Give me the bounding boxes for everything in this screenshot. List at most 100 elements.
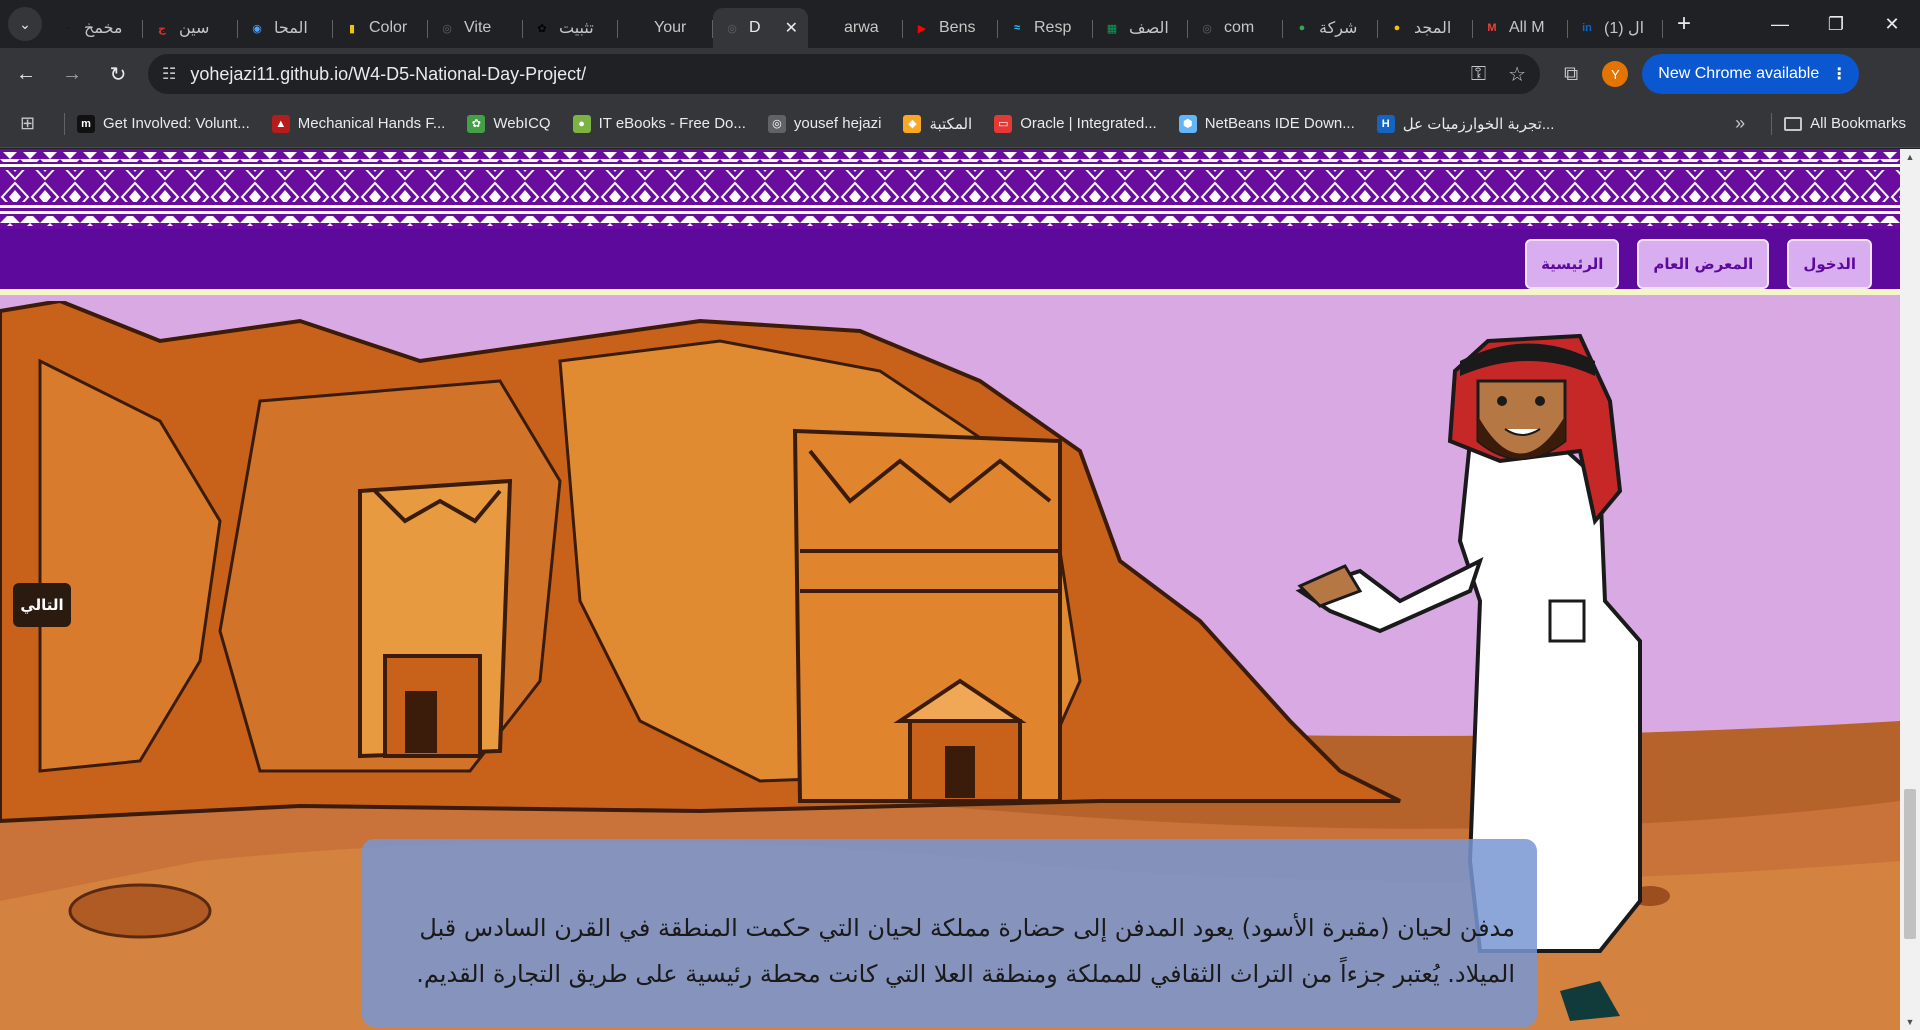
tab-favicon-icon: ◎ [442, 22, 452, 35]
tabs-container: - مخمخ ج سين ◉ المحا ▮ Color ◎ Vite ✿ تثبيت ◯ Your ◎ D ✕… [48, 0, 1663, 48]
new-tab-button[interactable]: + [1667, 7, 1701, 41]
bookmarks-bar: ⊞ m Get Involved: Volunt... ▲ Mechanical Ha… [0, 100, 1920, 148]
bookmark-favicon-icon: H [1376, 114, 1395, 133]
address-url[interactable]: yohejazi11.github.io/W4-D5-National-Day-… [190, 64, 1448, 85]
bookmark-item[interactable]: ◎ yousef hejazi [767, 114, 882, 133]
browser-tab[interactable]: - مخمخ [48, 8, 143, 48]
tab-title: com [1224, 19, 1255, 36]
tab-title: مخمخ [84, 20, 123, 37]
site-info-icon[interactable]: ☷ [162, 64, 176, 84]
site-navbar: الدخول المعرض العام الرئيسية [0, 229, 1900, 295]
bookmark-label: NetBeans IDE Down... [1204, 115, 1355, 132]
browser-tab[interactable]: in (1) ال [1568, 8, 1663, 48]
tab-search-icon[interactable]: ⌄ [8, 7, 42, 41]
profile-avatar[interactable]: Y [1602, 61, 1629, 87]
tab-favicon-icon: ◯ [820, 22, 834, 35]
apps-grid-icon[interactable]: ⊞ [20, 113, 52, 134]
minimize-icon[interactable]: — [1752, 0, 1808, 48]
bookmark-item[interactable]: ✿ WebICQ [467, 114, 551, 133]
tab-title: D [749, 19, 761, 36]
browser-tab[interactable]: ≈ Resp [998, 8, 1093, 48]
login-button[interactable]: الدخول [1787, 239, 1872, 289]
bookmark-item[interactable]: ▲ Mechanical Hands F... [271, 114, 445, 133]
tab-favicon-icon: ◯ [630, 22, 644, 35]
tab-favicon-icon: ▦ [1106, 22, 1118, 35]
tab-strip: ⌄ - مخمخ ج سين ◉ المحا ▮ Color ◎ Vite ✿ تثبيت ◯ Your ◎… [0, 0, 1920, 48]
tab-title: Vite [464, 19, 492, 36]
forward-icon[interactable]: → [52, 54, 92, 94]
page-scrollbar[interactable]: ▲ ▼ [1900, 149, 1920, 1030]
tab-favicon-icon: ◉ [252, 22, 262, 35]
browser-tab[interactable]: ✿ تثبيت [523, 8, 618, 48]
bookmark-label: yousef hejazi [793, 115, 882, 132]
maximize-icon[interactable]: ❐ [1808, 0, 1864, 48]
update-label: New Chrome available [1658, 65, 1820, 82]
tab-favicon-icon: ≈ [1013, 22, 1021, 34]
bookmark-label: Get Involved: Volunt... [103, 115, 250, 132]
tab-favicon-icon: in [1582, 22, 1592, 34]
bookmark-item[interactable]: ⬢ NetBeans IDE Down... [1178, 114, 1355, 133]
bookmarks-separator [1771, 112, 1773, 135]
browser-tab[interactable]: ▦ الصف [1093, 8, 1188, 48]
tab-favicon-icon: ● [1393, 22, 1401, 34]
tab-title: Your [654, 19, 687, 36]
bookmarks-overflow-icon[interactable]: » [1735, 113, 1745, 134]
browser-toolbar: ← → ↻ ☷ yohejazi11.github.io/W4-D5-Natio… [0, 48, 1920, 100]
address-bar[interactable]: ☷ yohejazi11.github.io/W4-D5-National-Da… [148, 54, 1540, 94]
browser-tab[interactable]: ◉ المحا [238, 8, 333, 48]
bookmark-label: WebICQ [493, 115, 551, 132]
tab-title: Resp [1034, 19, 1072, 36]
browser-tab[interactable]: ◯ arwa [808, 8, 903, 48]
browser-tab[interactable]: M All M [1473, 8, 1568, 48]
tab-title: الصف [1129, 20, 1169, 37]
tab-title: المحا [274, 20, 308, 37]
bookmark-favicon-icon: m [77, 114, 95, 133]
browser-tab[interactable]: ◎ D ✕ [713, 8, 808, 48]
browser-tab[interactable]: ◯ Your [618, 8, 713, 48]
browser-tab[interactable]: ◎ com [1188, 8, 1283, 48]
bookmark-favicon-icon: ◆ [903, 114, 922, 133]
tab-favicon-icon: ▮ [348, 22, 356, 35]
scrollbar-thumb[interactable] [1904, 789, 1916, 939]
folder-icon [1784, 116, 1803, 131]
browser-tab[interactable]: ▶ Bens [903, 8, 998, 48]
tab-title: All M [1509, 19, 1545, 36]
bookmark-favicon-icon: ▭ [994, 114, 1013, 133]
back-icon[interactable]: ← [6, 54, 46, 94]
scroll-down-icon[interactable]: ▼ [1900, 1014, 1920, 1030]
bookmark-favicon-icon: ● [572, 114, 591, 133]
browser-tab[interactable]: ج سين [143, 8, 238, 48]
browser-tab[interactable]: ▮ Color [333, 8, 428, 48]
bookmark-label: تجربة الخوارزميات عل... [1402, 115, 1555, 133]
reload-icon[interactable]: ↻ [98, 54, 138, 94]
tab-favicon-icon: ✿ [537, 22, 547, 35]
bookmark-star-icon[interactable]: ☆ [1508, 62, 1526, 87]
scroll-up-icon[interactable]: ▲ [1900, 149, 1920, 165]
bookmark-item[interactable]: m Get Involved: Volunt... [77, 114, 250, 133]
bookmark-item[interactable]: H تجربة الخوارزميات عل... [1376, 114, 1555, 133]
bookmark-label: IT eBooks - Free Do... [598, 115, 746, 132]
browser-tab[interactable]: ◎ Vite [428, 8, 523, 48]
tab-favicon-icon: - [65, 22, 69, 34]
bookmark-favicon-icon: ⬢ [1178, 114, 1197, 133]
close-window-icon[interactable]: ✕ [1864, 0, 1920, 48]
chrome-update-button[interactable]: New Chrome available ⋮ [1642, 54, 1860, 94]
extensions-icon[interactable]: ⧉ [1564, 63, 1578, 86]
tab-title: المجد [1414, 20, 1452, 37]
browser-tab[interactable]: ● المجد [1378, 8, 1473, 48]
more-menu-icon[interactable]: ⋮ [1831, 64, 1847, 84]
home-button[interactable]: الرئيسية [1525, 239, 1620, 289]
tab-favicon-icon: M [1487, 22, 1497, 34]
sadu-pattern-banner [0, 149, 1900, 229]
next-button[interactable]: التالي [13, 583, 71, 627]
bookmark-item[interactable]: ◆ المكتبة [903, 114, 973, 133]
password-key-icon[interactable]: ⚿ [1471, 63, 1486, 86]
bookmark-label: المكتبة [929, 115, 973, 133]
browser-tab[interactable]: ● شركة [1283, 8, 1378, 48]
close-tab-icon[interactable]: ✕ [785, 18, 798, 38]
bookmark-item[interactable]: ▭ Oracle | Integrated... [994, 114, 1157, 133]
bookmark-item[interactable]: ● IT eBooks - Free Do... [572, 114, 746, 133]
tab-favicon-icon: ◎ [727, 22, 737, 35]
gallery-button[interactable]: المعرض العام [1637, 239, 1770, 289]
all-bookmarks-button[interactable]: All Bookmarks [1784, 115, 1906, 132]
